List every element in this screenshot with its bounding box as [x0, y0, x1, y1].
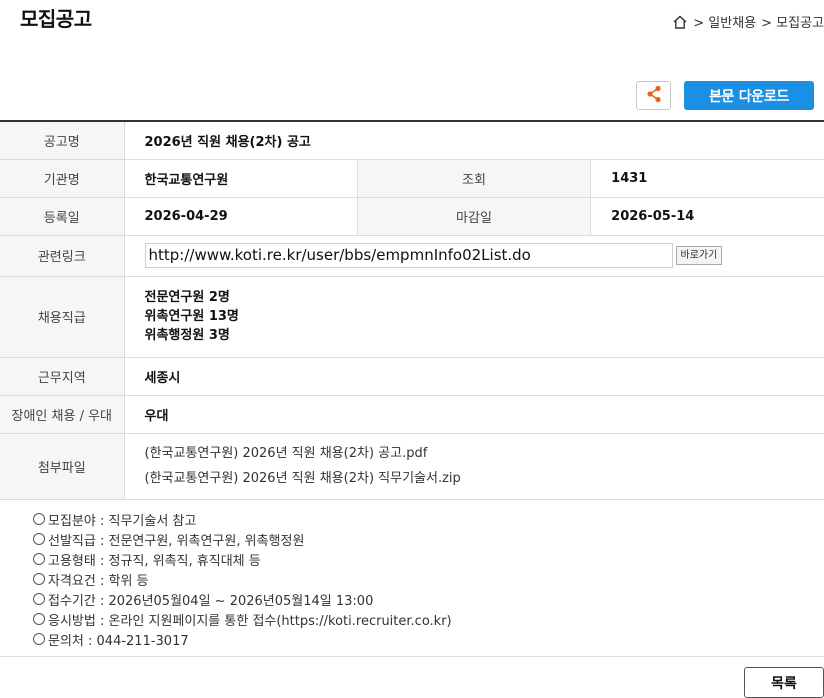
home-icon[interactable] [672, 14, 688, 30]
list-item: 접수기간 : 2026년05월04일 ~ 2026년05월14일 13:00 [33, 589, 452, 609]
divider [0, 656, 824, 657]
title-value: 2026년 직원 채용(2차) 공고 [124, 121, 824, 160]
notes-list: 모집분야 : 직무기술서 참고 선발직급 : 전문연구원, 위촉연구원, 위촉행… [33, 509, 452, 649]
page-title: 모집공고 [20, 7, 92, 31]
region-value: 세종시 [124, 357, 824, 396]
region-label: 근무지역 [0, 357, 125, 396]
goto-button[interactable]: 바로가기 [675, 246, 723, 265]
breadcrumb-item-general[interactable]: > 일반채용 [693, 12, 756, 31]
link-cell: http://www.koti.re.kr/user/bbs/empmnInfo… [124, 235, 824, 277]
disabled-label: 장애인 채용 / 우대 [0, 395, 125, 434]
list-item: 응시방법 : 온라인 지원페이지를 통한 접수(https://koti.rec… [33, 609, 452, 629]
disabled-value: 우대 [124, 395, 824, 434]
org-label: 기관명 [0, 159, 125, 198]
table-row: 장애인 채용 / 우대 우대 [0, 395, 824, 434]
table-row: 근무지역 세종시 [0, 357, 824, 396]
download-button[interactable]: 본문 다운로드 [684, 81, 814, 110]
list-button[interactable]: 목록 [744, 667, 824, 698]
position-item: 전문연구원 2명 [144, 290, 230, 305]
circle-bullet-icon [33, 533, 45, 545]
deadline-value: 2026-05-14 [590, 197, 824, 236]
attachment-pdf-link[interactable]: (한국교통연구원) 2026년 직원 채용(2차) 공고.pdf [145, 441, 824, 466]
link-label: 관련링크 [0, 235, 125, 277]
table-row: 등록일 2026-04-29 마감일 2026-05-14 [0, 197, 824, 236]
reg-date-label: 등록일 [0, 197, 125, 236]
position-item: 위촉행정원 3명 [144, 328, 230, 343]
deadline-label: 마감일 [356, 197, 592, 236]
breadcrumb: > 일반채용 > 모집공고 [672, 12, 824, 31]
circle-bullet-icon [33, 553, 45, 565]
attachment-zip-link[interactable]: (한국교통연구원) 2026년 직원 채용(2차) 직무기술서.zip [145, 466, 824, 491]
circle-bullet-icon [33, 513, 45, 525]
breadcrumb-item-recruit[interactable]: > 모집공고 [761, 12, 824, 31]
info-table: 공고명 2026년 직원 채용(2차) 공고 기관명 한국교통연구원 조회 14… [0, 120, 824, 500]
attach-label: 첨부파일 [0, 433, 125, 500]
list-item: 자격요건 : 학위 등 [33, 569, 452, 589]
circle-bullet-icon [33, 633, 45, 645]
list-item: 고용형태 : 정규직, 위촉직, 휴직대체 등 [33, 549, 452, 569]
positions-label: 채용직급 [0, 276, 125, 358]
attachments: (한국교통연구원) 2026년 직원 채용(2차) 공고.pdf (한국교통연구… [124, 433, 824, 500]
list-item: 모집분야 : 직무기술서 참고 [33, 509, 452, 529]
table-row: 첨부파일 (한국교통연구원) 2026년 직원 채용(2차) 공고.pdf (한… [0, 433, 824, 500]
views-value: 1431 [590, 159, 824, 198]
related-link-field[interactable]: http://www.koti.re.kr/user/bbs/empmnInfo… [144, 243, 673, 268]
share-button[interactable] [636, 81, 671, 110]
table-row: 공고명 2026년 직원 채용(2차) 공고 [0, 121, 824, 160]
list-item: 선발직급 : 전문연구원, 위촉연구원, 위촉행정원 [33, 529, 452, 549]
position-item: 위촉연구원 13명 [144, 309, 239, 324]
table-row: 채용직급 전문연구원 2명 위촉연구원 13명 위촉행정원 3명 [0, 276, 824, 358]
positions-value: 전문연구원 2명 위촉연구원 13명 위촉행정원 3명 [124, 276, 824, 358]
share-icon [646, 85, 661, 107]
views-label: 조회 [356, 159, 592, 198]
circle-bullet-icon [33, 593, 45, 605]
reg-date-value: 2026-04-29 [124, 197, 358, 236]
list-item: 문의처 : 044-211-3017 [33, 629, 452, 649]
circle-bullet-icon [33, 613, 45, 625]
title-label: 공고명 [0, 121, 125, 160]
table-row: 기관명 한국교통연구원 조회 1431 [0, 159, 824, 198]
org-value: 한국교통연구원 [124, 159, 358, 198]
circle-bullet-icon [33, 573, 45, 585]
table-row: 관련링크 http://www.koti.re.kr/user/bbs/empm… [0, 235, 824, 277]
